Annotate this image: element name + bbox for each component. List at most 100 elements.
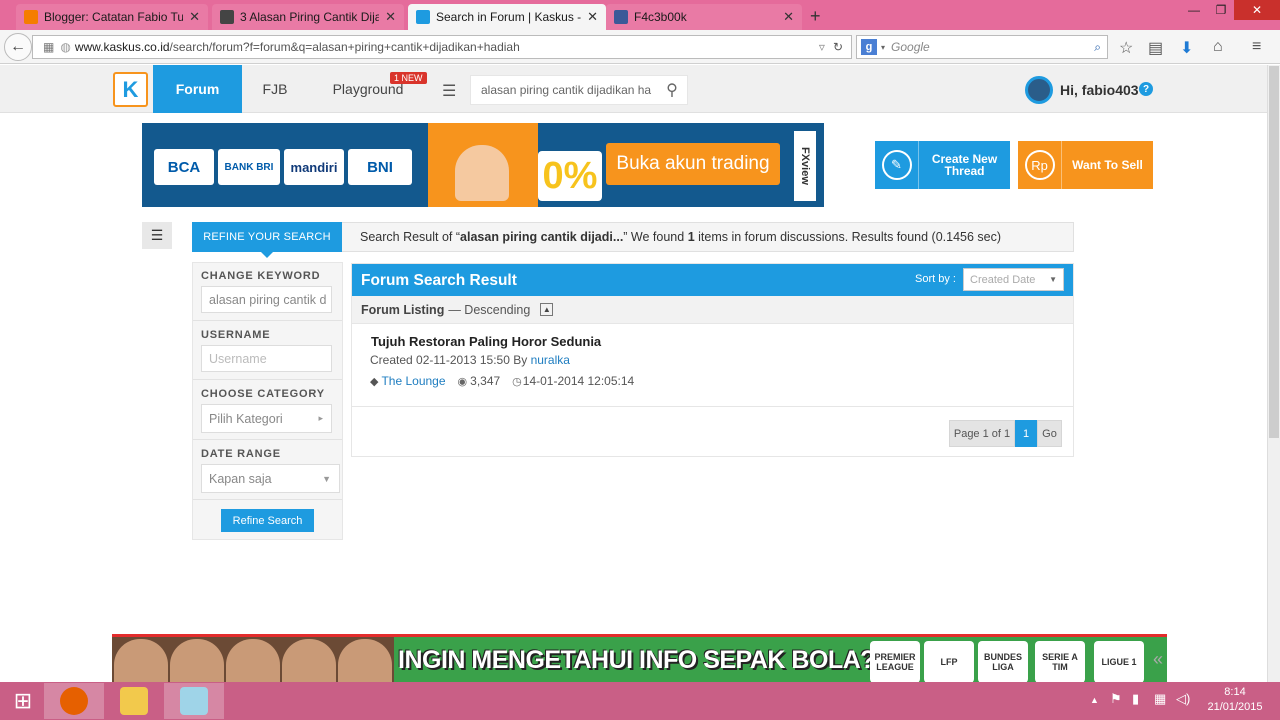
address-bar[interactable]: ▦ ◍ www.kaskus.co.id /search/forum?f=for… xyxy=(32,35,852,59)
chevron-left-icon[interactable]: « xyxy=(1153,649,1163,670)
url-host: www.kaskus.co.id xyxy=(74,40,170,54)
player-icon xyxy=(226,639,280,684)
nav-forum[interactable]: Forum xyxy=(153,65,242,113)
ad-headline: INGIN MENGETAHUI INFO SEPAK BOLA??? xyxy=(398,646,905,674)
view-count: 3,347 xyxy=(470,374,501,388)
sell-label: Want To Sell xyxy=(1072,158,1143,172)
close-tab-icon[interactable]: ✕ xyxy=(587,9,598,25)
sidebar-toggle-icon[interactable]: ☰ xyxy=(142,222,172,249)
result-query: alasan piring cantik dijadi... xyxy=(460,230,624,244)
username-input[interactable]: Username xyxy=(201,345,332,372)
network-icon[interactable]: ▦ xyxy=(1154,691,1166,707)
new-tab-icon[interactable]: + xyxy=(810,6,821,27)
page-info-icon: ▦ xyxy=(43,40,55,54)
back-arrow-icon[interactable]: ← xyxy=(4,33,32,61)
dropdown-arrow-icon[interactable]: ▿ xyxy=(819,40,825,54)
reload-icon[interactable]: ↻ xyxy=(833,40,843,54)
site-search-input[interactable]: alasan piring cantik dijadikan ha ⚲ xyxy=(470,75,688,105)
last-post-time: 14-01-2014 12:05:14 xyxy=(522,374,635,388)
clock-icon: ◷ xyxy=(512,375,522,388)
keyword-input[interactable]: alasan piring cantik d xyxy=(201,286,332,313)
category-select[interactable]: Pilih Kategori ▸ xyxy=(201,404,332,433)
pagination: Page 1 of 1 1 Go xyxy=(949,420,1062,447)
system-clock[interactable]: 8:14 21/01/2015 xyxy=(1200,685,1270,715)
list-menu-icon[interactable]: ☰ xyxy=(442,81,456,101)
sort-label: Sort by : xyxy=(915,273,956,285)
user-greeting[interactable]: Hi, fabio403 xyxy=(1060,82,1139,98)
battery-icon[interactable]: ▮ xyxy=(1132,691,1139,707)
close-tab-icon[interactable]: ✕ xyxy=(189,9,200,25)
globe-icon: ◍ xyxy=(60,40,71,54)
category-value: Pilih Kategori xyxy=(209,411,283,426)
go-button[interactable]: Go xyxy=(1037,420,1062,447)
banner-character-icon xyxy=(455,145,509,201)
search-engine-dropdown-icon[interactable]: ▾ xyxy=(881,43,885,52)
nav-fjb[interactable]: FJB xyxy=(250,65,300,113)
banner-cta[interactable]: Buka akun trading xyxy=(606,143,780,185)
windows-start-icon[interactable]: ⊞ xyxy=(8,688,38,714)
reading-list-icon[interactable]: ▤ xyxy=(1148,38,1163,58)
volume-icon[interactable]: ◁) xyxy=(1176,691,1190,707)
app-taskbar-button[interactable] xyxy=(164,683,224,719)
menu-icon[interactable]: ≡ xyxy=(1252,38,1261,56)
date-range-select[interactable]: Kapan saja ▼ xyxy=(201,464,340,493)
author-link[interactable]: nuralka xyxy=(531,353,570,367)
divider xyxy=(193,320,342,321)
search-icon[interactable]: ⌕ xyxy=(1094,40,1101,55)
browser-tab-blogger[interactable]: Blogger: Catatan Fabio Tu... ✕ xyxy=(16,4,208,30)
bundesliga-logo: BUNDES LIGA xyxy=(978,641,1028,683)
search-placeholder: Google xyxy=(891,40,930,54)
bank-logo-bri: BANK BRI xyxy=(218,149,280,185)
maximize-window-icon[interactable]: ❐ xyxy=(1208,0,1234,20)
player-icon xyxy=(170,639,224,684)
blogger-favicon-icon xyxy=(24,10,38,24)
help-icon[interactable]: ? xyxy=(1139,82,1153,96)
close-window-icon[interactable]: ✕ xyxy=(1234,0,1280,20)
date-range-value: Kapan saja xyxy=(209,471,272,486)
file-explorer-taskbar-button[interactable] xyxy=(104,683,164,719)
create-new-thread-button[interactable]: ✎ Create New Thread xyxy=(875,141,1010,189)
browser-tab-bar: Blogger: Catatan Fabio Tu... ✕ 3 Alasan … xyxy=(0,0,1280,30)
browser-tab-kaskus[interactable]: Search in Forum | Kaskus - ... ✕ xyxy=(408,4,606,30)
rupiah-icon: Rp xyxy=(1018,141,1062,189)
close-tab-icon[interactable]: ✕ xyxy=(783,9,794,25)
show-hidden-icons-icon[interactable]: ▲ xyxy=(1090,695,1099,705)
home-icon[interactable]: ⌂ xyxy=(1213,38,1223,56)
flag-icon[interactable]: ⚑ xyxy=(1110,691,1122,707)
lfp-logo: LFP xyxy=(924,641,974,683)
banner-percent: 0% xyxy=(538,151,602,201)
google-icon: g xyxy=(861,39,877,55)
sort-select[interactable]: Created Date ▼ xyxy=(963,268,1064,291)
kaskus-logo-icon[interactable]: K xyxy=(113,72,148,107)
avatar[interactable] xyxy=(1025,76,1053,104)
tag-icon: ◆ xyxy=(370,375,379,388)
collapse-icon[interactable]: ▲ xyxy=(540,303,554,316)
forum-listing-bar: Forum Listing — Descending ▲ xyxy=(352,296,1073,324)
bookmark-star-icon[interactable]: ☆ xyxy=(1119,38,1133,58)
chevron-down-icon: ▼ xyxy=(322,473,331,484)
browser-search-box[interactable]: g ▾ Google ⌕ xyxy=(856,35,1108,59)
search-result-summary: Search Result of “ alasan piring cantik … xyxy=(342,222,1074,252)
category-link[interactable]: The Lounge xyxy=(381,374,445,388)
banner-brand: FXview xyxy=(794,131,816,201)
search-icon[interactable]: ⚲ xyxy=(657,80,687,100)
refine-search-button[interactable]: Refine Search xyxy=(221,509,314,532)
browser-tab-facebook[interactable]: F4c3b00k ✕ xyxy=(606,4,802,30)
windows-taskbar: ⊞ ▲ ⚑ ▮ ▦ ◁) 8:14 21/01/2015 xyxy=(0,682,1280,720)
thread-title[interactable]: Tujuh Restoran Paling Horor Sedunia xyxy=(371,334,601,349)
refine-search-tab[interactable]: REFINE YOUR SEARCH xyxy=(192,222,342,258)
firefox-taskbar-button[interactable] xyxy=(44,683,104,719)
scrollbar-thumb[interactable] xyxy=(1269,66,1279,438)
refine-sidebar: CHANGE KEYWORD alasan piring cantik d US… xyxy=(192,262,343,540)
browser-tab-article[interactable]: 3 Alasan Piring Cantik Dija... ✕ xyxy=(212,4,404,30)
want-to-sell-button[interactable]: Rp Want To Sell xyxy=(1018,141,1153,189)
downloads-icon[interactable]: ⬇ xyxy=(1180,38,1193,58)
page-favicon-icon xyxy=(220,10,234,24)
football-banner-ad[interactable]: INGIN MENGETAHUI INFO SEPAK BOLA??? PREM… xyxy=(112,634,1167,684)
page-info: Page 1 of 1 xyxy=(949,420,1015,447)
close-tab-icon[interactable]: ✕ xyxy=(385,9,396,25)
minimize-window-icon[interactable]: — xyxy=(1180,0,1208,20)
create-thread-label: Create New Thread xyxy=(931,152,998,178)
page-1-button[interactable]: 1 xyxy=(1015,420,1037,447)
trading-banner-ad[interactable]: BCA BANK BRI mandiri BNI 0% Buka akun tr… xyxy=(142,123,824,207)
